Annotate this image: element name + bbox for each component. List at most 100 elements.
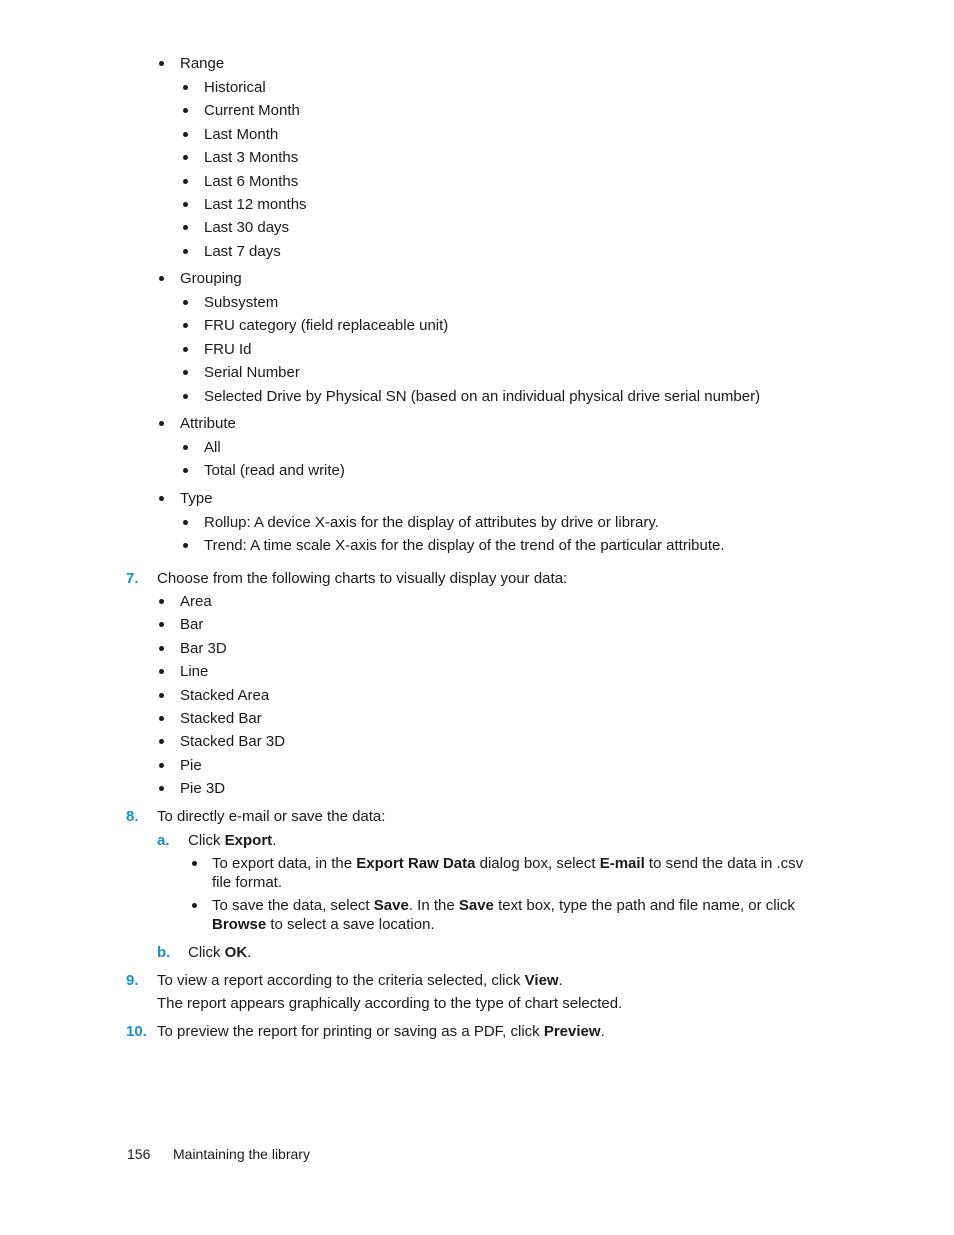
list-item: Last 12 months bbox=[204, 196, 307, 213]
list-item: Last Month bbox=[204, 125, 279, 143]
substep-letter: b. bbox=[157, 944, 171, 961]
export-bullet-line1: To export data, in the Export Raw Data d… bbox=[212, 855, 803, 873]
bullet-icon bbox=[183, 346, 188, 352]
text: . bbox=[247, 944, 252, 961]
list-item: Last 30 days bbox=[204, 219, 290, 237]
list-heading-type: Type bbox=[180, 490, 213, 507]
list-item: Historical bbox=[204, 79, 266, 96]
step-9-text: To view a report according to the criter… bbox=[157, 972, 563, 990]
list-item: Serial Number bbox=[204, 364, 300, 382]
step-8-text: To directly e-mail or save the data: bbox=[157, 808, 386, 825]
bullet-icon bbox=[183, 370, 188, 376]
list-item: FRU Id bbox=[204, 340, 252, 358]
bullet-icon bbox=[183, 393, 188, 399]
bullet-icon bbox=[183, 85, 188, 90]
text: . bbox=[272, 832, 277, 849]
list-item: Selected Drive by Physical SN (based on … bbox=[204, 387, 761, 405]
substep-a-text: Click Export. bbox=[188, 832, 276, 850]
bullet-icon bbox=[183, 178, 188, 184]
bullet-icon bbox=[159, 669, 164, 675]
text: to send the data in .csv bbox=[644, 855, 804, 872]
list-item: Rollup: A device X-axis for the display … bbox=[204, 514, 659, 531]
chart-type-item: Stacked Area bbox=[180, 686, 270, 704]
bullet-icon bbox=[159, 622, 164, 628]
chart-type-item: Line bbox=[180, 663, 209, 681]
ui-term-export: Export bbox=[224, 832, 273, 849]
text: Click bbox=[188, 944, 225, 961]
bullet-icon bbox=[159, 645, 164, 651]
list-item: Trend: A time scale X-axis for the displ… bbox=[204, 537, 725, 555]
list-item: Last 7 days bbox=[204, 242, 281, 260]
step-number: 8. bbox=[126, 808, 139, 825]
ui-term-save: Save bbox=[373, 897, 409, 914]
export-bullet-line2: file format. bbox=[212, 874, 283, 891]
list-heading-attribute: Attribute bbox=[180, 415, 236, 432]
text: . bbox=[600, 1023, 605, 1040]
ui-term-email: E-mail bbox=[599, 855, 645, 872]
bullet-icon bbox=[183, 225, 188, 231]
bullet-icon bbox=[183, 445, 188, 450]
text: Click bbox=[188, 832, 225, 849]
chart-type-item: Pie 3D bbox=[180, 780, 226, 798]
step-number: 10. bbox=[126, 1023, 147, 1040]
footer-section-title: Maintaining the library bbox=[173, 1146, 310, 1162]
step-number: 9. bbox=[126, 972, 139, 989]
bullet-icon bbox=[183, 543, 188, 549]
list-item: FRU category (field replaceable unit) bbox=[204, 317, 449, 335]
list-item: Subsystem bbox=[204, 294, 279, 311]
list-item: Last 3 Months bbox=[204, 149, 299, 167]
bullet-icon bbox=[192, 903, 197, 908]
bullet-icon bbox=[159, 692, 164, 698]
text: To preview the report for printing or sa… bbox=[157, 1023, 544, 1040]
save-bullet-line1: To save the data, select Save. In the Sa… bbox=[212, 897, 795, 915]
bullet-icon bbox=[159, 786, 164, 792]
bullet-icon bbox=[159, 496, 164, 501]
step-9-note: The report appears graphically according… bbox=[157, 995, 623, 1012]
save-bullet-line2: Browse to select a save location. bbox=[212, 916, 435, 934]
text: to select a save location. bbox=[266, 916, 435, 933]
chart-type-item: Stacked Bar 3D bbox=[180, 733, 286, 751]
bullet-icon bbox=[159, 421, 164, 426]
ui-term-ok: OK bbox=[224, 944, 248, 961]
list-item: Current Month bbox=[204, 102, 300, 120]
bullet-icon bbox=[159, 276, 164, 281]
bullet-icon bbox=[183, 202, 188, 207]
bullet-icon bbox=[159, 716, 164, 721]
chart-type-item: Pie bbox=[180, 756, 202, 774]
chart-type-item: Bar 3D bbox=[180, 639, 227, 657]
list-heading-range: Range bbox=[180, 55, 225, 72]
bullet-icon bbox=[183, 300, 188, 305]
bullet-icon bbox=[183, 323, 188, 329]
page-number: 156 bbox=[127, 1146, 151, 1162]
step-7-text: Choose from the following charts to visu… bbox=[157, 570, 568, 587]
bullet-icon bbox=[159, 61, 164, 66]
ui-term-view: View bbox=[524, 972, 559, 989]
text: To save the data, select bbox=[212, 897, 374, 914]
ui-term-save: Save bbox=[458, 897, 494, 914]
chart-type-item: Bar bbox=[180, 616, 204, 634]
text: To view a report according to the criter… bbox=[157, 972, 525, 989]
substep-b-text: Click OK. bbox=[188, 944, 251, 962]
text: dialog box, select bbox=[475, 855, 600, 872]
bullet-icon bbox=[183, 108, 188, 114]
ui-term-preview: Preview bbox=[543, 1023, 601, 1040]
chart-type-item: Stacked Bar bbox=[180, 710, 262, 727]
bullet-icon bbox=[159, 599, 164, 604]
text: To export data, in the bbox=[212, 855, 357, 872]
list-item: All bbox=[204, 439, 221, 456]
ui-term-export-raw-data: Export Raw Data bbox=[356, 855, 476, 872]
bullet-icon bbox=[159, 739, 164, 745]
text: . bbox=[558, 972, 563, 989]
list-item: Last 6 Months bbox=[204, 172, 299, 190]
bullet-icon bbox=[183, 248, 188, 254]
text: . In the bbox=[408, 897, 459, 914]
step-number: 7. bbox=[126, 570, 139, 587]
list-heading-grouping: Grouping bbox=[180, 270, 242, 287]
list-item: Total (read and write) bbox=[204, 462, 345, 480]
substep-letter: a. bbox=[157, 832, 170, 849]
bullet-icon bbox=[183, 468, 188, 474]
bullet-icon bbox=[183, 131, 188, 137]
bullet-icon bbox=[183, 155, 188, 161]
text: text box, type the path and file name, o… bbox=[493, 897, 795, 914]
bullet-icon bbox=[159, 762, 164, 768]
